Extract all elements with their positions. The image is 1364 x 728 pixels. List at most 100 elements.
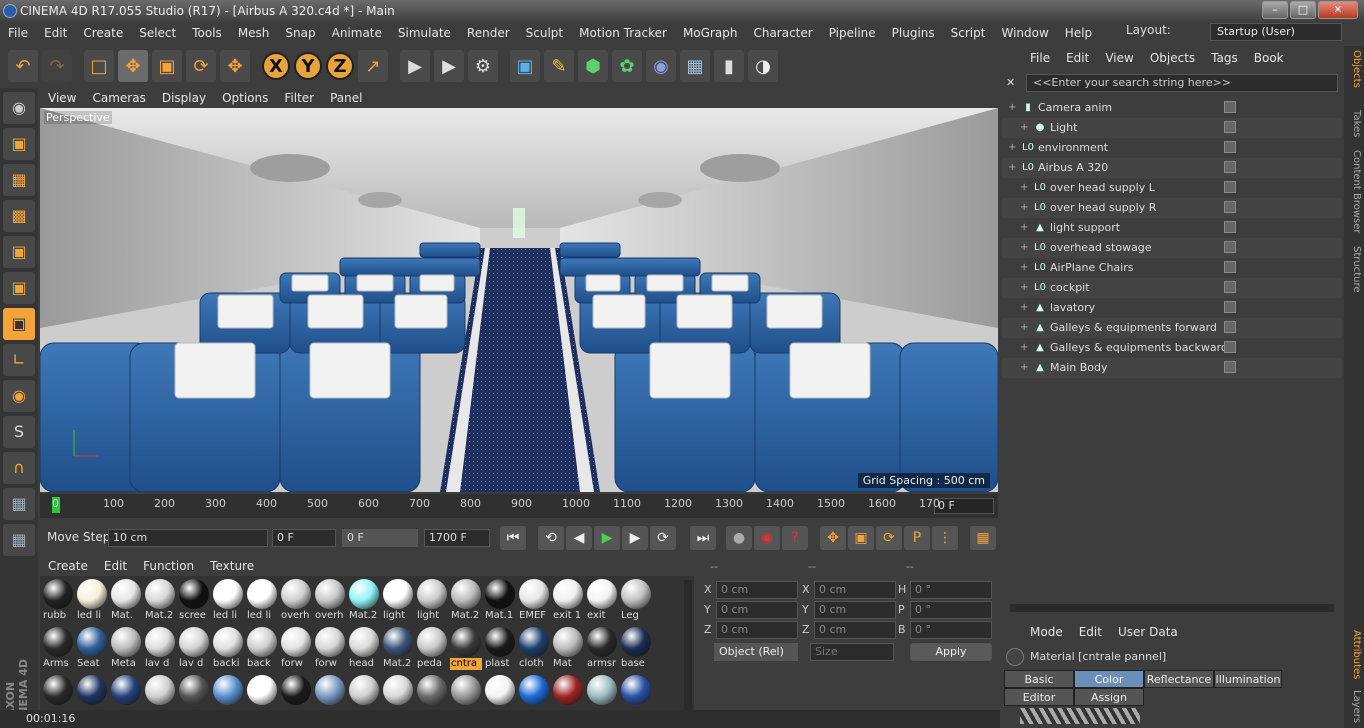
attribute-menu-mode[interactable]: Mode (1022, 625, 1071, 639)
menu-edit[interactable]: Edit (36, 26, 75, 40)
material-scrollbar[interactable] (684, 580, 692, 724)
menu-mograph[interactable]: MoGraph (675, 26, 746, 40)
key-parameter-icon[interactable]: P (904, 526, 930, 550)
visibility-toggle[interactable] (1224, 141, 1236, 153)
cloner-icon[interactable]: ✿ (612, 50, 642, 82)
coord-value-field[interactable]: 0 cm (716, 621, 798, 639)
menu-select[interactable]: Select (131, 26, 184, 40)
menu-sculpt[interactable]: Sculpt (518, 26, 571, 40)
material-swatch-item[interactable]: Arms (42, 626, 74, 672)
previous-key-icon[interactable]: ⟲ (538, 526, 564, 550)
texture-mode-icon[interactable]: ▦ (3, 164, 35, 196)
viewport-menu-filter[interactable]: Filter (276, 91, 322, 105)
viewport-menu-panel[interactable]: Panel (322, 91, 370, 105)
tab-basic[interactable]: Basic (1004, 670, 1074, 688)
keyframe-selection-icon[interactable]: ? (782, 526, 808, 550)
key-pla-icon[interactable]: ⋮ (932, 526, 958, 550)
visibility-toggle[interactable] (1224, 281, 1236, 293)
expand-icon[interactable]: + (1020, 178, 1028, 198)
autokeying-icon[interactable]: ◉ (754, 526, 780, 550)
attribute-menu-user-data[interactable]: User Data (1110, 625, 1186, 639)
object-row[interactable]: + L0 over head supply L (1002, 178, 1342, 198)
live-selection-icon[interactable]: □ (84, 50, 114, 82)
object-menu-objects[interactable]: Objects (1142, 51, 1203, 65)
material-swatch-item[interactable]: lav d (178, 626, 210, 672)
visibility-toggle[interactable] (1224, 201, 1236, 213)
material-swatch-item[interactable]: cntra (450, 626, 482, 672)
expand-icon[interactable]: + (1008, 98, 1016, 118)
menu-snap[interactable]: Snap (277, 26, 323, 40)
material-swatch-item[interactable]: rubb (42, 578, 74, 624)
visibility-toggle[interactable] (1224, 341, 1236, 353)
menu-script[interactable]: Script (943, 26, 994, 40)
subdivision-surface-icon[interactable]: ⬢ (578, 50, 608, 82)
visibility-toggle[interactable] (1224, 261, 1236, 273)
material-swatch-item[interactable]: led li (246, 578, 278, 624)
material-swatch-item[interactable]: overh (280, 578, 312, 624)
workplane-lock-icon[interactable]: ▦ (3, 488, 35, 520)
current-frame-field[interactable]: 0 F (342, 529, 418, 547)
object-menu-file[interactable]: File (1022, 51, 1058, 65)
visibility-toggle[interactable] (1224, 241, 1236, 253)
visibility-toggle[interactable] (1224, 161, 1236, 173)
menu-file[interactable]: File (0, 26, 36, 40)
material-swatch-item[interactable]: led li (212, 578, 244, 624)
material-menu-edit[interactable]: Edit (96, 559, 135, 573)
menu-plugins[interactable]: Plugins (884, 26, 943, 40)
material-swatch-item[interactable]: scree (178, 578, 210, 624)
visibility-toggle[interactable] (1224, 301, 1236, 313)
key-rotation-icon[interactable]: ⟳ (876, 526, 902, 550)
render-view-icon[interactable]: ▶ (434, 50, 464, 82)
material-swatch-item[interactable]: lav d (144, 626, 176, 672)
size-mode-select[interactable]: Size (810, 643, 894, 661)
pen-spline-icon[interactable]: ✎ (544, 50, 574, 82)
perspective-viewport[interactable]: Perspective Grid Spacing : 500 cm (40, 108, 998, 492)
object-row[interactable]: + L0 over head supply R (1002, 198, 1342, 218)
record-keys-icon[interactable]: ● (726, 526, 752, 550)
key-scale-icon[interactable]: ▣ (848, 526, 874, 550)
coord-value-field[interactable]: 0 cm (814, 621, 896, 639)
coord-value-field[interactable]: 0 cm (716, 601, 798, 619)
attribute-menu-edit[interactable]: Edit (1071, 625, 1110, 639)
visibility-toggle[interactable] (1224, 121, 1236, 133)
material-swatch-item[interactable]: Mat.1 (484, 578, 516, 624)
material-swatch-item[interactable]: Mat.2 (450, 578, 482, 624)
render-region-icon[interactable]: ▶ (400, 50, 430, 82)
material-swatch-item[interactable]: Seat (76, 626, 108, 672)
polygons-mode-icon[interactable]: ▣ (3, 308, 35, 340)
expand-icon[interactable]: + (1020, 318, 1028, 338)
make-editable-icon[interactable]: ◉ (3, 92, 35, 124)
object-row[interactable]: + ▲ Galleys & equipments forward (1002, 318, 1342, 338)
object-row[interactable]: + ▲ light support (1002, 218, 1342, 238)
tab-editor[interactable]: Editor (1004, 688, 1074, 706)
material-swatch-item[interactable]: led li (76, 578, 108, 624)
material-swatch-item[interactable]: forw (314, 626, 346, 672)
expand-icon[interactable]: + (1008, 138, 1016, 158)
material-swatch-item[interactable]: Mat.2 (144, 578, 176, 624)
grid-icon[interactable]: ▦ (3, 524, 35, 556)
scale-tool-icon[interactable]: ▣ (152, 50, 182, 82)
edges-mode-icon[interactable]: ▣ (3, 272, 35, 304)
expand-icon[interactable]: + (1020, 238, 1028, 258)
material-swatch-item[interactable]: cloth (518, 626, 550, 672)
visibility-toggle[interactable] (1224, 361, 1236, 373)
menu-simulate[interactable]: Simulate (390, 26, 459, 40)
expand-icon[interactable]: + (1020, 338, 1028, 358)
object-row[interactable]: + L0 cockpit (1002, 278, 1342, 298)
visibility-toggle[interactable] (1224, 181, 1236, 193)
object-row[interactable]: + L0 overhead stowage (1002, 238, 1342, 258)
object-row[interactable]: + L0 Airbus A 320 (1002, 158, 1342, 178)
object-menu-edit[interactable]: Edit (1058, 51, 1097, 65)
object-row[interactable]: + ▲ lavatory (1002, 298, 1342, 318)
material-swatch-item[interactable]: light (416, 578, 448, 624)
right-tab-content-browser[interactable]: Content Browser (1346, 150, 1362, 233)
coordinate-mode-select[interactable]: Object (Rel) (714, 643, 798, 661)
camera-object-icon[interactable]: ▮ (714, 50, 744, 82)
object-row[interactable]: + L0 environment (1002, 138, 1342, 158)
material-swatch-item[interactable]: Mat.2 (348, 578, 380, 624)
coord-value-field[interactable]: 0 cm (814, 581, 896, 599)
viewport-menu-cameras[interactable]: Cameras (84, 91, 153, 105)
points-mode-icon[interactable]: ▣ (3, 236, 35, 268)
right-tab-objects[interactable]: Objects (1346, 50, 1362, 88)
expand-icon[interactable]: + (1020, 278, 1028, 298)
